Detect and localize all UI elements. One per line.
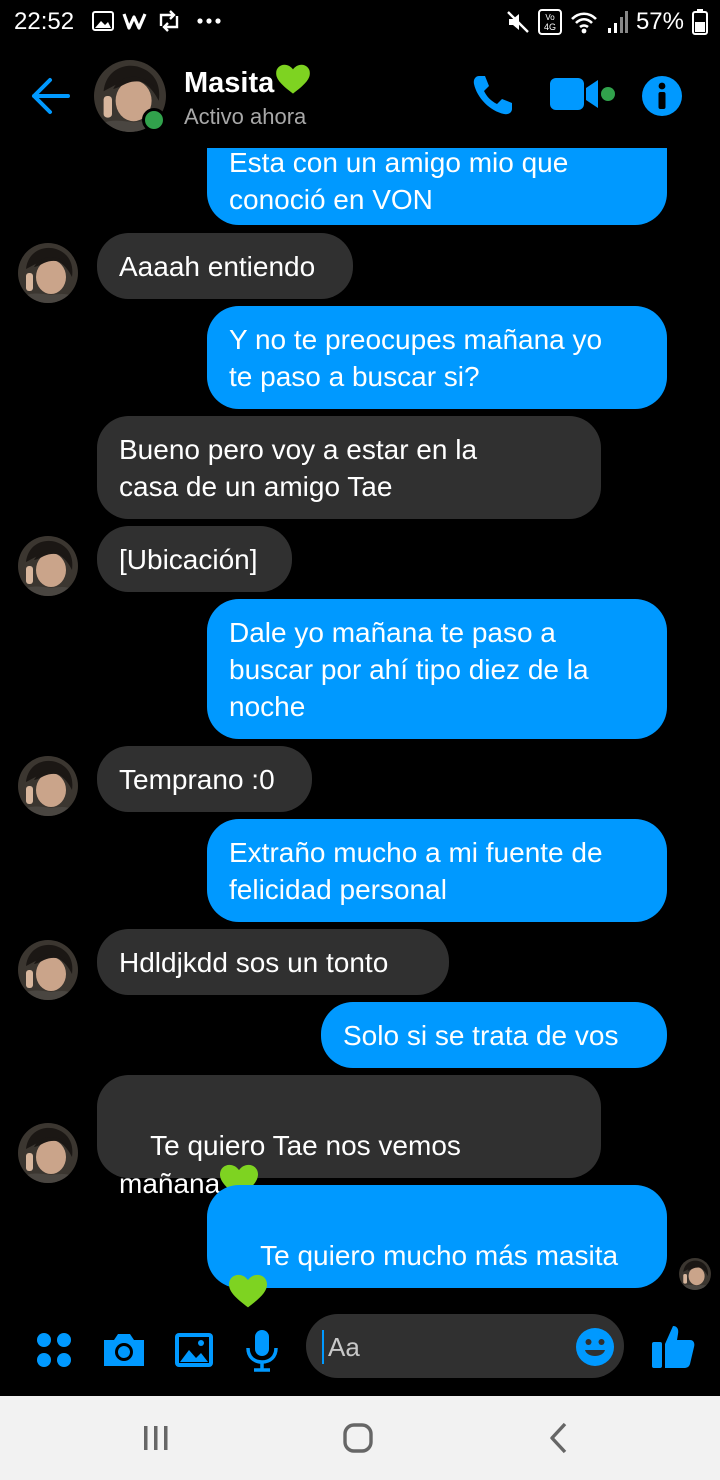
repost-icon — [159, 10, 179, 32]
w-app-icon — [122, 13, 147, 30]
message-bubble-incoming[interactable]: Temprano :0 — [97, 746, 312, 812]
contact-avatar-small[interactable] — [18, 1123, 78, 1183]
message-bubble-incoming[interactable]: Bueno pero voy a estar en la casa de un … — [97, 416, 601, 519]
battery-icon — [692, 9, 708, 35]
video-call-icon[interactable] — [548, 74, 618, 116]
contact-name[interactable]: Masita — [184, 64, 310, 100]
apps-icon[interactable] — [30, 1326, 78, 1374]
online-indicator — [142, 108, 166, 132]
message-input[interactable]: Aa — [306, 1314, 624, 1378]
seen-avatar — [679, 1258, 711, 1290]
contact-avatar-small[interactable] — [18, 756, 78, 816]
camera-icon[interactable] — [100, 1326, 148, 1374]
mute-icon — [507, 11, 529, 33]
message-thread[interactable]: Esta con un amigo mio que conoció en VON… — [0, 148, 720, 1308]
emoji-icon[interactable] — [574, 1326, 616, 1368]
phone-call-icon[interactable] — [470, 72, 516, 118]
contact-avatar-small[interactable] — [18, 243, 78, 303]
home-icon[interactable] — [338, 1418, 378, 1458]
svg-text:Vo: Vo — [545, 13, 555, 22]
thumbs-up-icon[interactable] — [650, 1322, 696, 1370]
message-bubble-outgoing[interactable]: Te quiero mucho más masita — [207, 1185, 667, 1288]
input-placeholder: Aa — [328, 1332, 360, 1362]
back-nav-icon[interactable] — [540, 1418, 580, 1458]
back-arrow-icon[interactable] — [28, 74, 72, 118]
gallery-icon[interactable] — [170, 1326, 218, 1374]
message-text: Te quiero mucho más masita — [260, 1240, 619, 1271]
active-status: Activo ahora — [184, 104, 307, 129]
signal-icon — [607, 11, 628, 33]
contact-avatar-small[interactable] — [18, 536, 78, 596]
svg-text:4G: 4G — [544, 22, 556, 32]
message-bubble-outgoing[interactable]: Y no te preocupes mañana yo te paso a bu… — [207, 306, 667, 409]
wifi-icon — [571, 12, 597, 34]
conversation-header: Masita Activo ahora — [0, 44, 720, 148]
gallery-icon — [92, 11, 114, 31]
green-heart-icon — [229, 1274, 267, 1308]
message-bubble-outgoing[interactable]: Solo si se trata de vos — [321, 1002, 667, 1068]
text-caret — [322, 1330, 324, 1364]
message-bubble-incoming[interactable]: Aaaah entiendo — [97, 233, 353, 299]
message-bubble-outgoing[interactable]: Esta con un amigo mio que conoció en VON — [207, 148, 667, 225]
contact-avatar-small[interactable] — [18, 940, 78, 1000]
green-heart-icon — [276, 64, 310, 95]
status-time: 22:52 — [14, 8, 75, 35]
volte-4g-icon: Vo4G — [537, 9, 562, 35]
system-nav-bar — [0, 1396, 720, 1480]
message-bubble-incoming[interactable]: [Ubicación] — [97, 526, 292, 592]
microphone-icon[interactable] — [238, 1326, 286, 1374]
recent-apps-icon[interactable] — [136, 1418, 176, 1458]
message-bubble-incoming[interactable]: Hdldjkdd sos un tonto — [97, 929, 449, 995]
status-bar: 22:52 Vo 4G 57% — [0, 0, 720, 44]
more-dots-icon — [197, 18, 221, 24]
message-bubble-outgoing[interactable]: Dale yo mañana te paso a buscar por ahí … — [207, 599, 667, 739]
message-bubble-incoming[interactable]: Te quiero Tae nos vemos mañana — [97, 1075, 601, 1199]
message-composer: Aa — [0, 1308, 720, 1396]
battery-percent: 57% — [635, 8, 684, 35]
info-icon[interactable] — [640, 74, 684, 118]
message-bubble-outgoing[interactable]: Extraño mucho a mi fuente de felicidad p… — [207, 819, 667, 922]
